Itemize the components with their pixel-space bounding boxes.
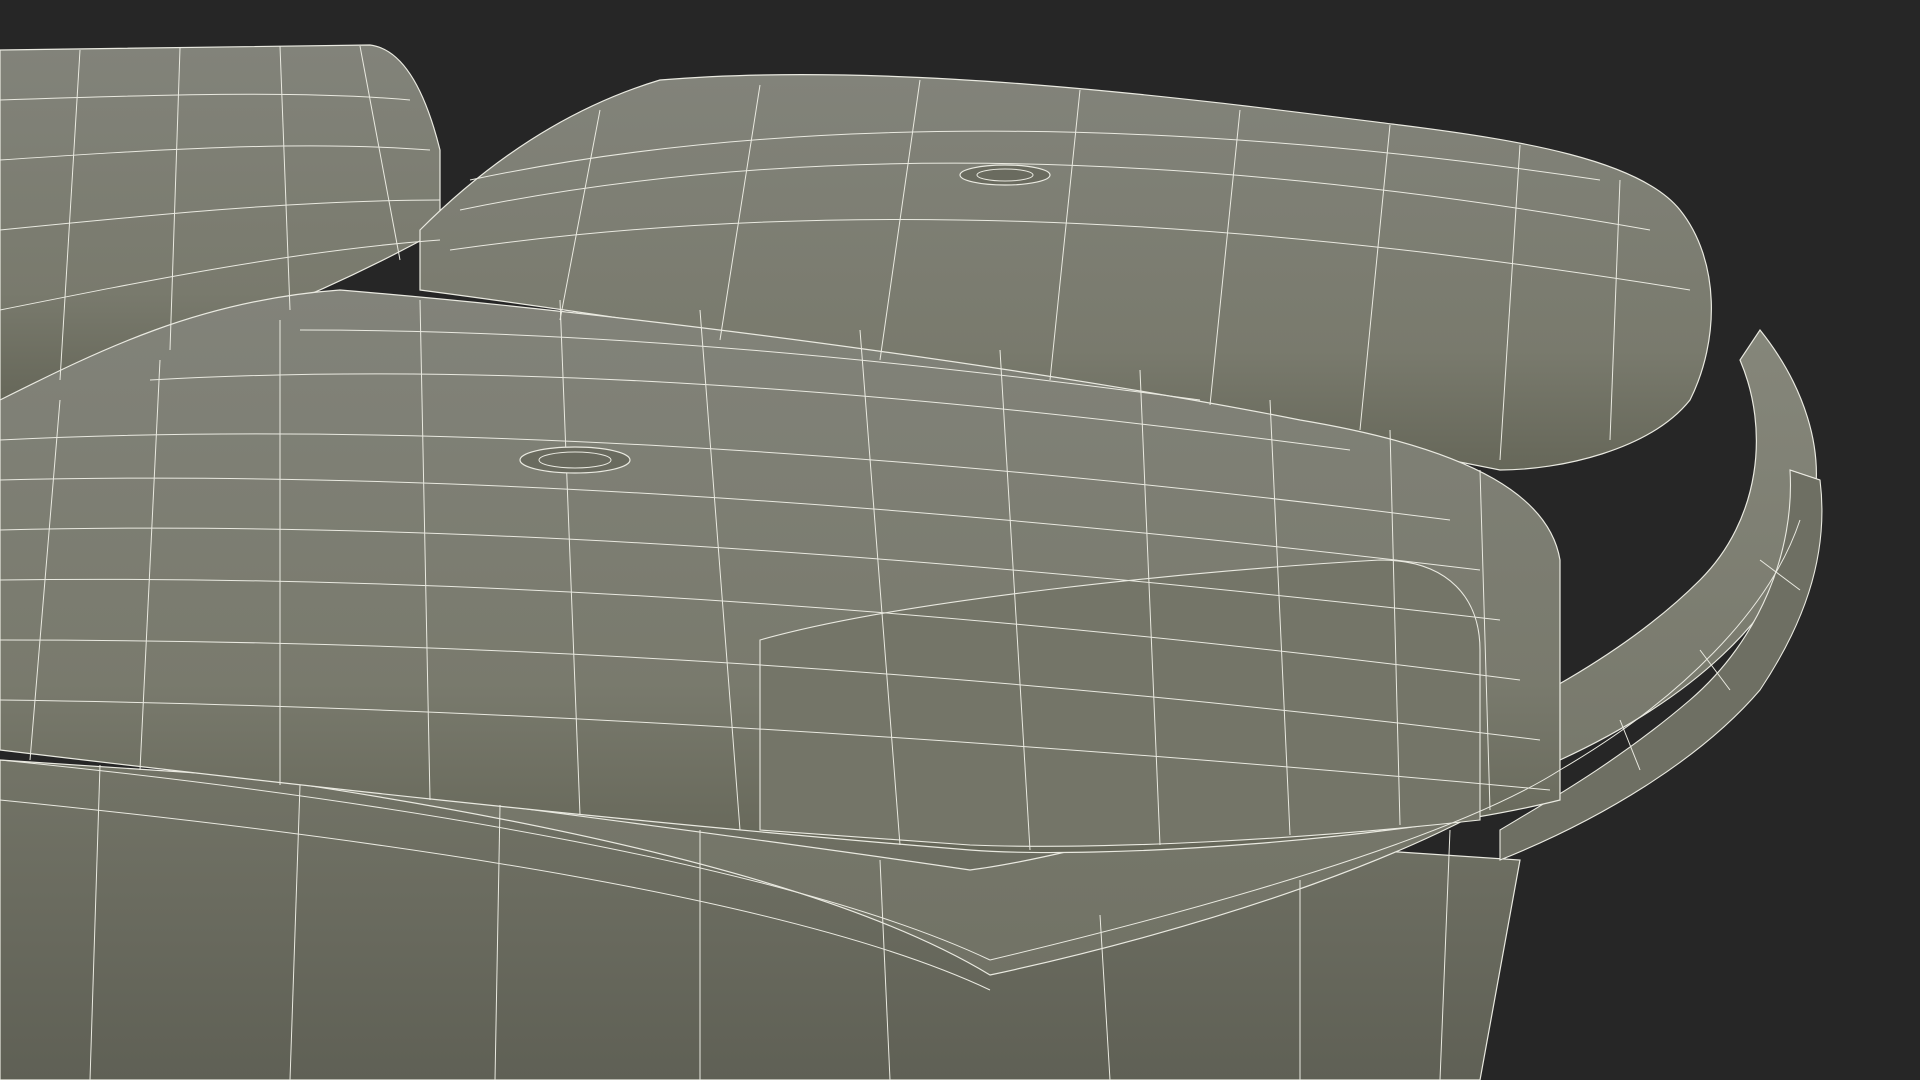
vent-hole-back <box>959 164 1051 186</box>
wireframe-render <box>0 44 1823 1080</box>
render-viewport <box>0 0 1920 1080</box>
vent-hole-front <box>519 446 631 474</box>
